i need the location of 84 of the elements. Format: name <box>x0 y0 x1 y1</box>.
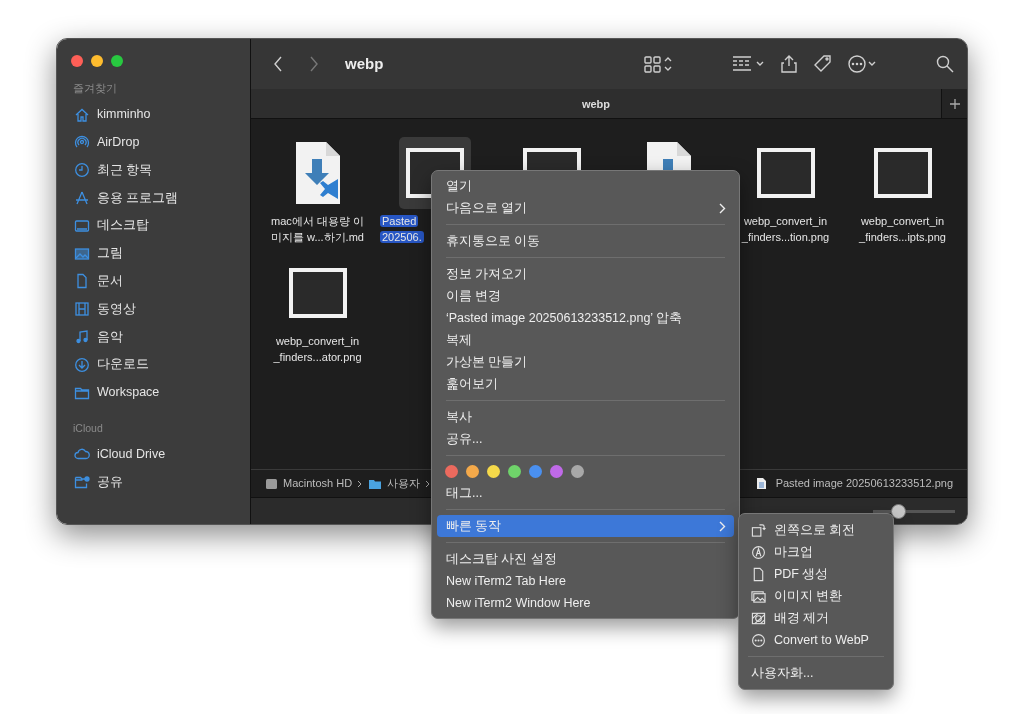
window-title: webp <box>345 53 384 74</box>
background-removal-icon <box>751 610 766 626</box>
menu-item[interactable]: 빠른 동작 <box>437 515 734 537</box>
menu-item[interactable]: 이미지 변환 <box>739 585 893 607</box>
share-icon[interactable] <box>779 54 799 74</box>
menu-item[interactable]: 사용자화... <box>739 662 893 684</box>
sidebar-item[interactable]: 공유 <box>71 468 240 496</box>
menu-item[interactable]: 데스크탑 사진 설정 <box>437 548 734 570</box>
markup-icon <box>751 544 766 560</box>
shared-folder-icon <box>74 473 90 490</box>
section-heading: 즐겨찾기 <box>73 81 118 96</box>
download-icon <box>74 356 90 373</box>
menu-item[interactable]: 복제 <box>437 329 734 351</box>
tag-color-dot[interactable] <box>487 465 500 478</box>
sidebar-item[interactable]: 데스크탑 <box>71 211 240 240</box>
file-name[interactable]: webp_convert_in _finders...ipts.png <box>859 213 946 245</box>
menu-item[interactable]: 다음으로 열기 <box>437 197 734 219</box>
more-icon[interactable] <box>847 54 877 74</box>
sidebar-item[interactable]: 동영상 <box>71 295 240 324</box>
grid-view-icon[interactable] <box>643 54 673 74</box>
path-segment[interactable]: 사용자 <box>387 475 421 492</box>
sidebar-item[interactable]: 최근 항목 <box>71 156 240 185</box>
sidebar-item[interactable]: 응용 프로그램 <box>71 184 240 212</box>
close-button[interactable] <box>71 55 83 67</box>
path-segment[interactable]: Macintosh HD <box>283 475 353 492</box>
tag-color-dot[interactable] <box>550 465 563 478</box>
sidebar-item[interactable]: kimminho <box>71 100 240 129</box>
menu-item[interactable]: 정보 가져오기 <box>437 263 734 285</box>
sidebar-item[interactable]: AirDrop <box>71 128 240 157</box>
menu-item[interactable]: 복사 <box>437 406 734 428</box>
tag-color-dot[interactable] <box>466 465 479 478</box>
folder-icon <box>368 477 383 490</box>
document-icon <box>74 273 90 290</box>
home-icon <box>74 106 90 123</box>
menu-item[interactable]: 공유... <box>437 428 734 450</box>
minimize-button[interactable] <box>91 55 103 67</box>
menu-item[interactable]: New iTerm2 Window Here <box>437 592 734 614</box>
sidebar-item[interactable]: 음악 <box>71 323 240 351</box>
desktop-icon <box>74 217 90 234</box>
menu-item[interactable]: ‘Pasted image 20250613233512.png’ 압축 <box>437 307 734 329</box>
menu-item[interactable]: Convert to WebP <box>739 629 893 651</box>
menu-item[interactable]: 열기 <box>437 175 734 197</box>
sidebar-item[interactable]: 다운로드 <box>71 350 240 379</box>
menu-item[interactable]: 마크업 <box>739 541 893 563</box>
menu-item[interactable]: 훑어보기 <box>437 373 734 395</box>
section-heading: iCloud <box>73 420 104 436</box>
film-icon <box>74 301 90 318</box>
menu-item[interactable]: New iTerm2 Tab Here <box>437 570 734 592</box>
file-icon <box>755 477 767 490</box>
slider-thumb[interactable] <box>891 503 907 519</box>
clock-icon <box>74 162 90 179</box>
group-view-icon[interactable] <box>731 54 765 74</box>
menu-item[interactable]: 배경 제거 <box>739 607 893 629</box>
plus-icon <box>948 97 961 110</box>
tag-color-dot[interactable] <box>445 465 458 478</box>
file-name[interactable]: mac에서 대용량 이 미지를 w...하기.md <box>271 213 364 245</box>
tag-color-dot[interactable] <box>571 465 584 478</box>
sidebar-item[interactable]: 문서 <box>71 267 240 296</box>
document-icon <box>751 566 766 582</box>
menu-item[interactable]: 이름 변경 <box>437 285 734 307</box>
search-icon[interactable] <box>935 54 955 74</box>
file-name[interactable]: Pasted 202506. <box>376 213 424 245</box>
file-name[interactable]: webp_convert_in _finders...tion.png <box>741 213 830 245</box>
add-tab-button[interactable] <box>941 89 967 118</box>
menu-item[interactable]: PDF 생성 <box>739 563 893 585</box>
menu-item[interactable]: 가상본 만들기 <box>437 351 734 373</box>
rotate-icon <box>751 522 766 538</box>
images-icon <box>751 588 766 604</box>
sidebar-item[interactable]: iCloud Drive <box>71 440 240 469</box>
sidebar-item[interactable]: 그림 <box>71 239 240 268</box>
tag-color-dot[interactable] <box>529 465 542 478</box>
menu-item[interactable]: 태그... <box>437 482 734 504</box>
sidebar-item[interactable]: Workspace <box>71 378 240 407</box>
maximize-button[interactable] <box>111 55 123 67</box>
menu-item[interactable]: 왼쪽으로 회전 <box>739 519 893 541</box>
menu-item[interactable]: 휴지통으로 이동 <box>437 230 734 252</box>
file-name[interactable]: webp_convert_in _finders...ator.png <box>273 333 362 365</box>
music-icon <box>74 329 90 345</box>
tag-icon[interactable] <box>813 54 833 74</box>
tag-color-dot[interactable] <box>508 465 521 478</box>
picture-icon <box>74 245 90 262</box>
ellipsis-icon <box>751 632 766 648</box>
app-icon <box>74 190 90 207</box>
path-segment[interactable]: Pasted image 20250613233512.png <box>775 475 953 492</box>
